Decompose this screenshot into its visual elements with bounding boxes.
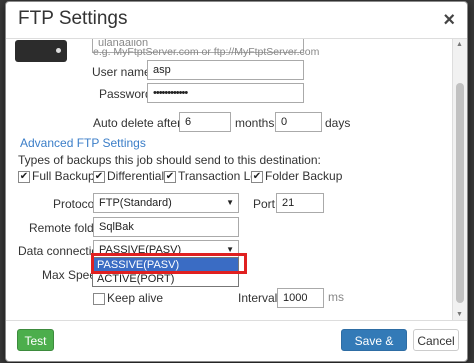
chevron-down-icon: ▼	[226, 198, 234, 207]
scroll-up-icon[interactable]: ▲	[456, 41, 463, 48]
test-button[interactable]: Test	[17, 329, 54, 351]
advanced-ftp-settings-link[interactable]: Advanced FTP Settings	[20, 136, 146, 150]
differential-label: Differential	[107, 169, 165, 183]
protocol-value: FTP(Standard)	[99, 197, 172, 209]
scrollbar-thumb[interactable]	[456, 83, 464, 303]
server-icon	[15, 40, 67, 62]
ftp-settings-dialog: FTP Settings × ulanaaiion e.g. MyFtptSer…	[5, 1, 468, 362]
interval-label: Interval:	[238, 291, 281, 305]
folder-backup-checkbox[interactable]: ✔	[251, 171, 263, 183]
interval-input[interactable]: 1000	[277, 288, 324, 308]
days-label: days	[325, 116, 351, 130]
months-label: months	[235, 116, 275, 130]
dialog-title: FTP Settings	[18, 8, 128, 29]
save-close-button[interactable]: Save & Close	[341, 329, 407, 361]
folder-backup-label: Folder Backup	[265, 169, 343, 183]
scroll-down-icon[interactable]: ▼	[456, 311, 463, 318]
auto-delete-label: Auto delete after	[93, 116, 182, 130]
username-input[interactable]: asp	[147, 60, 304, 80]
full-backup-label: Full Backup	[32, 169, 95, 183]
footer-divider	[6, 320, 467, 321]
days-input[interactable]: 0	[275, 112, 322, 132]
close-icon[interactable]: ×	[443, 10, 455, 30]
highlight-box	[91, 253, 247, 274]
backup-types-label: Types of backups this job should send to…	[18, 153, 321, 167]
remote-folder-input[interactable]: SqlBak	[93, 217, 239, 237]
server-hint: e.g. MyFtptServer.com or ftp://MyFtptSer…	[93, 46, 320, 58]
differential-checkbox[interactable]: ✔	[93, 171, 105, 183]
username-label: User name:	[92, 65, 155, 79]
full-backup-checkbox[interactable]: ✔	[18, 171, 30, 183]
option-active[interactable]: ACTIVE(PORT)	[93, 272, 238, 286]
months-input[interactable]: 6	[179, 112, 231, 132]
port-label: Port:	[253, 197, 279, 211]
password-input[interactable]: ••••••••••••	[147, 83, 304, 103]
keep-alive-label: Keep alive	[107, 291, 164, 305]
interval-unit: ms	[328, 290, 344, 304]
scrollbar[interactable]: ▲ ▼	[452, 39, 467, 320]
cancel-button[interactable]: Cancel	[413, 329, 459, 351]
keep-alive-checkbox[interactable]	[93, 293, 105, 305]
dialog-body: ulanaaiion e.g. MyFtptServer.com or ftp:…	[6, 39, 452, 320]
port-input[interactable]: 21	[276, 193, 324, 213]
protocol-select[interactable]: FTP(Standard) ▼	[93, 193, 239, 213]
transaction-log-checkbox[interactable]: ✔	[164, 171, 176, 183]
